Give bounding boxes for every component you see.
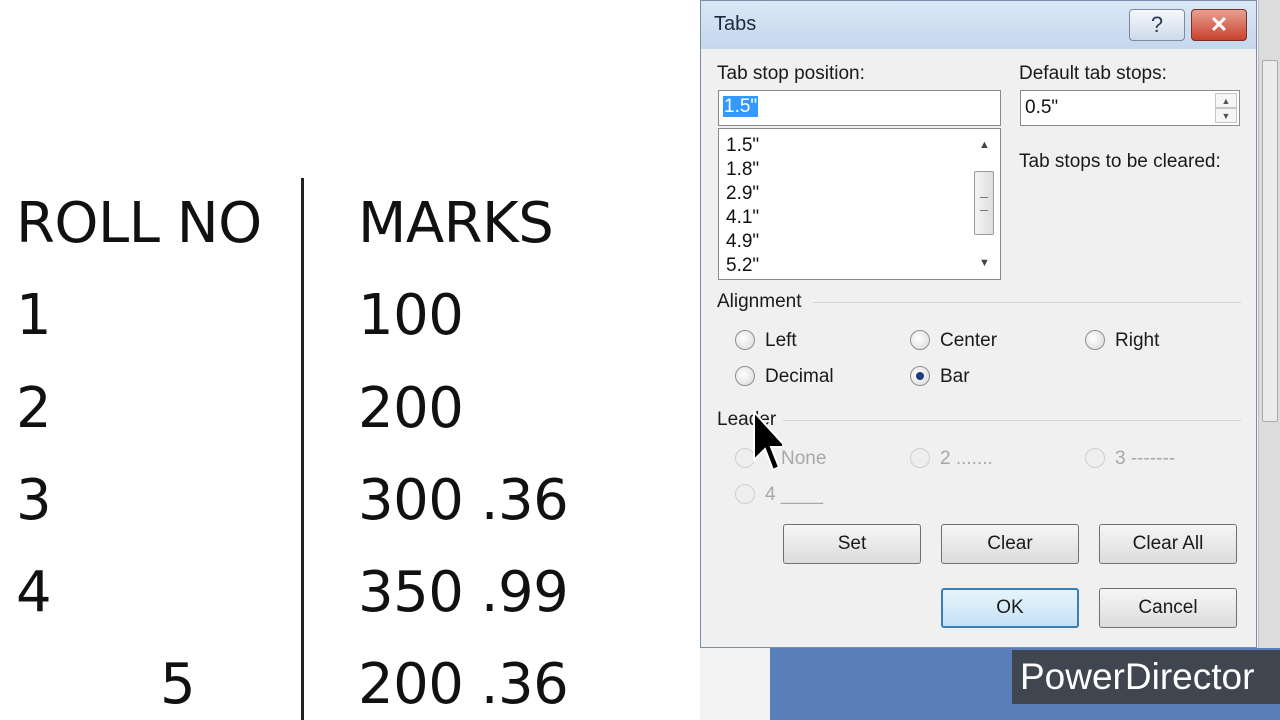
tab-stop-position-input[interactable]: 1.5" bbox=[718, 90, 1001, 126]
help-icon: ? bbox=[1150, 12, 1164, 37]
marks-cell: 100 bbox=[358, 283, 464, 348]
alignment-group-label: Alignment bbox=[717, 291, 802, 312]
list-item[interactable]: 1.5" bbox=[726, 135, 759, 157]
roll-cell: 1 bbox=[16, 283, 52, 348]
clear-button[interactable]: Clear bbox=[941, 524, 1079, 564]
default-tab-stops-input[interactable]: 0.5" ▲ ▼ bbox=[1020, 90, 1240, 126]
cancel-button[interactable]: Cancel bbox=[1099, 588, 1237, 628]
marks-cell: 200 .36 bbox=[358, 652, 569, 717]
list-scroll-thumb[interactable] bbox=[974, 171, 994, 235]
list-item[interactable]: 1.8" bbox=[726, 159, 759, 181]
align-right-label[interactable]: Right bbox=[1115, 330, 1159, 352]
header-marks: MARKS bbox=[358, 191, 554, 256]
align-left-radio[interactable] bbox=[735, 330, 755, 350]
align-decimal-radio[interactable] bbox=[735, 366, 755, 386]
tab-stop-list[interactable]: 1.5" 1.8" 2.9" 4.1" 4.9" 5.2" ▲ ▼ bbox=[718, 128, 1001, 280]
scroll-down-icon[interactable]: ▼ bbox=[979, 257, 990, 269]
clear-all-button[interactable]: Clear All bbox=[1099, 524, 1237, 564]
marks-cell: 350 .99 bbox=[358, 560, 569, 625]
tab-stop-position-value: 1.5" bbox=[723, 96, 759, 117]
default-tab-stops-label: Default tab stops: bbox=[1019, 63, 1167, 84]
tab-stops-to-be-cleared-label: Tab stops to be cleared: bbox=[1019, 151, 1221, 172]
roll-cell: 2 bbox=[16, 376, 52, 441]
spin-up-icon[interactable]: ▲ bbox=[1215, 93, 1237, 108]
leader-divider bbox=[783, 420, 1241, 421]
list-item[interactable]: 4.9" bbox=[726, 231, 759, 253]
set-button[interactable]: Set bbox=[783, 524, 921, 564]
header-roll-no: ROLL NO bbox=[16, 191, 262, 256]
powerdirector-watermark: PowerDirector bbox=[1012, 650, 1280, 704]
align-decimal-label[interactable]: Decimal bbox=[765, 366, 834, 388]
leader-dots-label[interactable]: 2 ....... bbox=[940, 448, 993, 470]
alignment-divider bbox=[813, 302, 1241, 303]
dialog-titlebar[interactable]: Tabs ? ✕ bbox=[701, 1, 1256, 49]
tabs-dialog: Tabs ? ✕ Tab stop position: 1.5" 1.5" 1.… bbox=[700, 0, 1257, 648]
roll-cell: 3 bbox=[16, 468, 52, 533]
background-scroll-thumb[interactable] bbox=[1262, 60, 1278, 422]
align-center-label[interactable]: Center bbox=[940, 330, 997, 352]
list-scrollbar[interactable]: ▲ ▼ bbox=[974, 133, 996, 275]
grip-icon bbox=[980, 197, 988, 211]
align-left-label[interactable]: Left bbox=[765, 330, 797, 352]
list-item[interactable]: 2.9" bbox=[726, 183, 759, 205]
leader-dots-radio[interactable] bbox=[910, 448, 930, 468]
spin-down-icon[interactable]: ▼ bbox=[1215, 108, 1237, 123]
scroll-up-icon[interactable]: ▲ bbox=[979, 139, 990, 151]
bar-tab-line bbox=[301, 178, 304, 720]
leader-underline-label[interactable]: 4 ____ bbox=[765, 484, 823, 506]
dialog-title: Tabs bbox=[714, 13, 757, 35]
align-bar-label[interactable]: Bar bbox=[940, 366, 970, 388]
align-right-radio[interactable] bbox=[1085, 330, 1105, 350]
ok-button[interactable]: OK bbox=[941, 588, 1079, 628]
leader-dashes-radio[interactable] bbox=[1085, 448, 1105, 468]
default-tab-stops-value: 0.5" bbox=[1025, 97, 1059, 118]
list-item[interactable]: 5.2" bbox=[726, 255, 759, 277]
roll-cell: 5 bbox=[160, 652, 196, 717]
close-button[interactable]: ✕ bbox=[1191, 9, 1247, 41]
marks-cell: 200 bbox=[358, 376, 464, 441]
document-area: ROLL NO MARKS 1 100 2 200 3 300 .36 4 35… bbox=[0, 0, 700, 720]
help-button[interactable]: ? bbox=[1129, 9, 1185, 41]
leader-none-label[interactable]: None bbox=[781, 448, 826, 470]
align-bar-radio[interactable] bbox=[910, 366, 930, 386]
align-center-radio[interactable] bbox=[910, 330, 930, 350]
marks-cell: 300 .36 bbox=[358, 468, 569, 533]
tab-stop-position-label: Tab stop position: bbox=[717, 63, 865, 84]
list-item[interactable]: 4.1" bbox=[726, 207, 759, 229]
roll-cell: 4 bbox=[16, 560, 52, 625]
close-icon: ✕ bbox=[1209, 12, 1229, 37]
leader-underline-radio[interactable] bbox=[735, 484, 755, 504]
leader-dashes-label[interactable]: 3 ------- bbox=[1115, 448, 1175, 470]
arrow-cursor-icon bbox=[753, 410, 782, 472]
